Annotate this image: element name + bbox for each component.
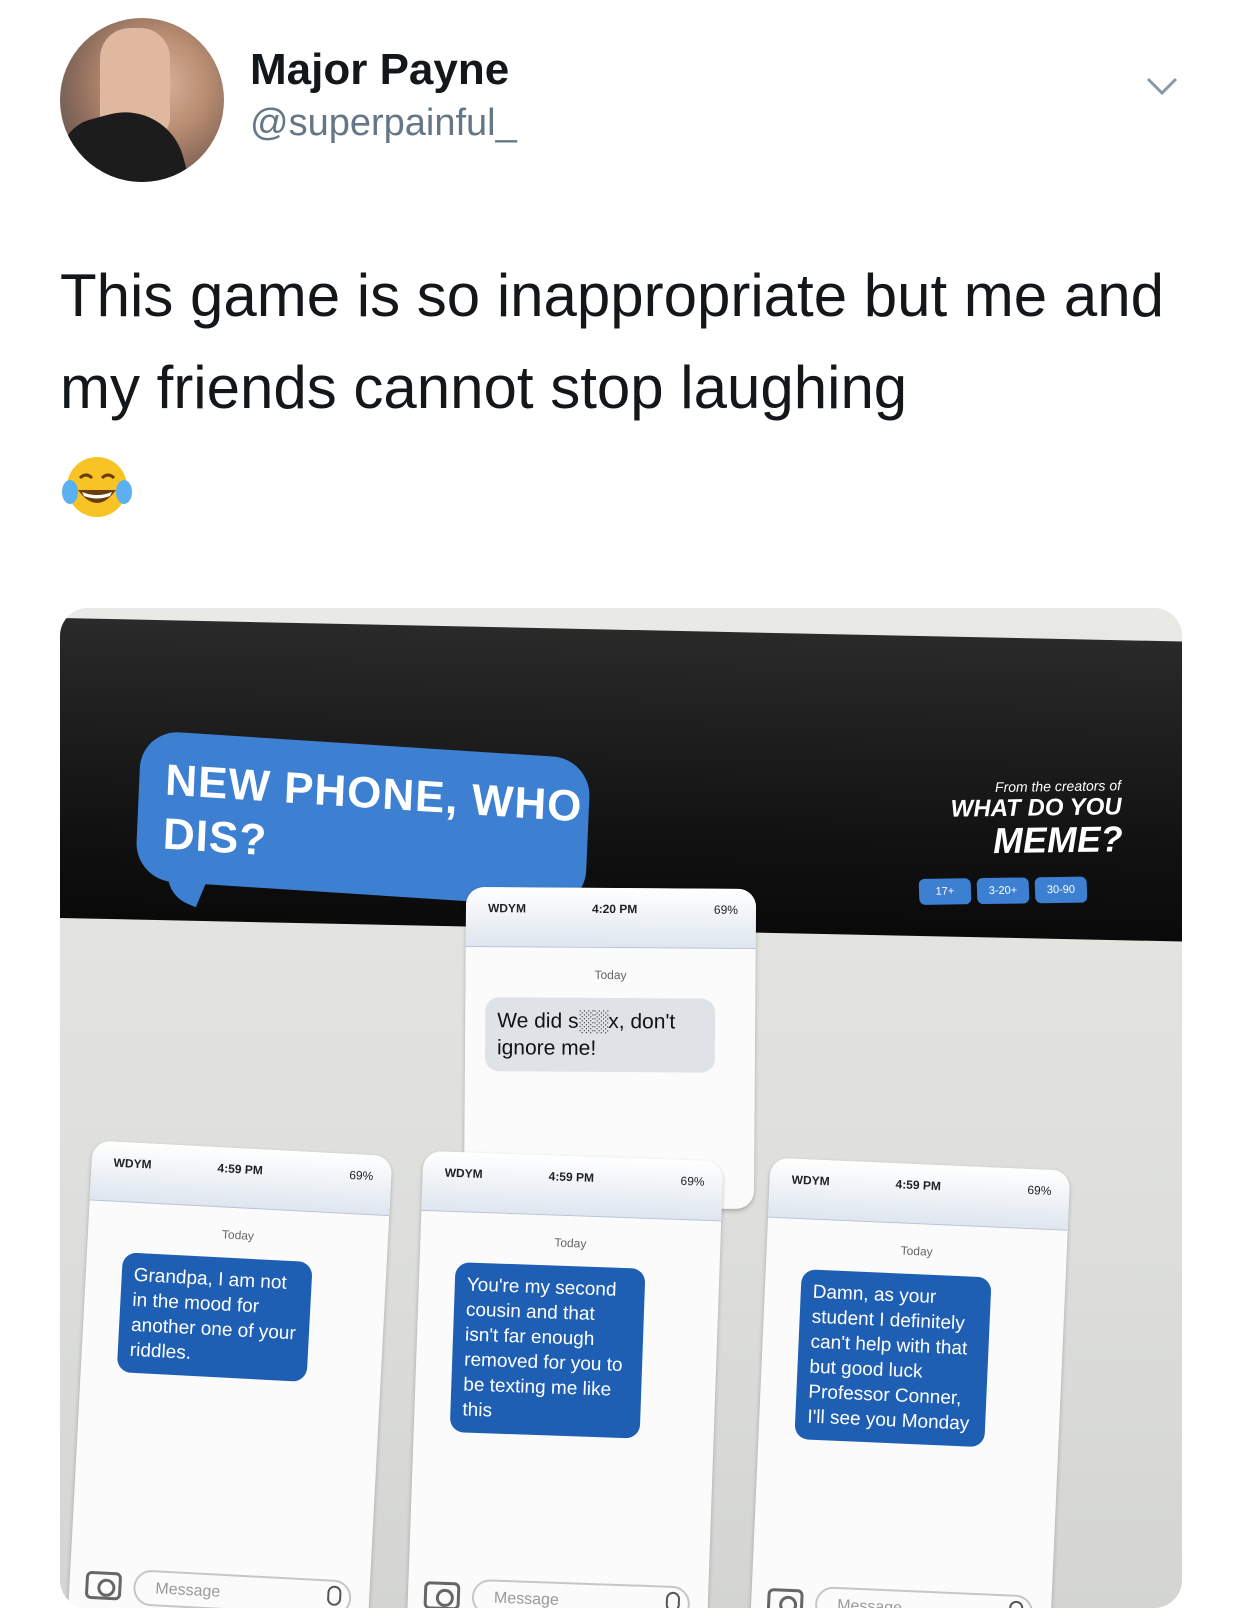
avatar[interactable] <box>60 18 224 182</box>
card-composer: Message <box>423 1575 692 1608</box>
time-label: 4:59 PM <box>217 1161 264 1178</box>
carrier-label: WDYM <box>444 1165 483 1181</box>
time-label: 4:59 PM <box>895 1177 942 1194</box>
battery-label: 69% <box>1027 1182 1052 1198</box>
mic-icon <box>326 1585 342 1607</box>
mic-icon <box>665 1591 681 1608</box>
answer-card-2: WDYM 4:59 PM 69% Today You're my second … <box>406 1150 724 1608</box>
carrier-label: WDYM <box>487 901 527 916</box>
user-handle[interactable]: @superpainful_ <box>250 100 517 146</box>
tweet-header: Major Payne @superpainful_ <box>60 18 1190 188</box>
display-name[interactable]: Major Payne <box>250 44 517 96</box>
box-info-icons: 17+ 3-20+ 30-90 <box>918 876 1088 905</box>
camera-icon <box>84 1570 123 1601</box>
answer-card-3: WDYM 4:59 PM 69% Today Damn, as your stu… <box>749 1157 1071 1608</box>
message-bubble: Grandpa, I am not in the mood for anothe… <box>116 1252 313 1382</box>
time-label: 4:20 PM <box>591 901 638 917</box>
message-bubble: You're my second cousin and that isn't f… <box>449 1262 646 1439</box>
time-icon: 30-90 <box>1034 876 1088 904</box>
box-brand: From the creators of WHAT DO YOU MEME? <box>950 777 1124 862</box>
answer-card-1: WDYM 4:59 PM 69% Today Grandpa, I am not… <box>67 1140 393 1608</box>
carrier-label: WDYM <box>791 1172 830 1189</box>
tweet-text: This game is so inappropriate but me and… <box>60 262 1164 421</box>
box-title-bubble: NEW PHONE, WHO DIS? <box>134 729 592 909</box>
battery-label: 69% <box>713 902 739 917</box>
box-title: NEW PHONE, WHO DIS? <box>161 755 584 866</box>
battery-label: 69% <box>680 1173 705 1189</box>
tweet-photo[interactable]: NEW PHONE, WHO DIS? From the creators of… <box>60 608 1182 1608</box>
user-info[interactable]: Major Payne @superpainful_ <box>250 44 517 146</box>
chevron-down-icon[interactable] <box>1144 68 1180 104</box>
battery-label: 69% <box>348 1167 374 1184</box>
today-label: Today <box>900 1243 933 1259</box>
time-label: 4:59 PM <box>548 1169 595 1185</box>
card-composer: Message <box>766 1582 1035 1608</box>
card-status-bar: WDYM 4:59 PM 69% <box>421 1150 724 1222</box>
card-status-bar: WDYM 4:20 PM 69% <box>465 886 757 950</box>
card-composer: Message <box>84 1565 354 1608</box>
today-label: Today <box>554 1235 587 1251</box>
message-bubble: We did s░░x, don't ignore me! <box>484 997 716 1073</box>
carrier-label: WDYM <box>113 1155 152 1172</box>
card-status-bar: WDYM 4:59 PM 69% <box>767 1157 1071 1231</box>
message-field: Message <box>471 1578 691 1608</box>
players-icon: 3-20+ <box>976 877 1030 905</box>
camera-icon <box>423 1581 461 1608</box>
message-field: Message <box>132 1569 353 1608</box>
message-field: Message <box>814 1586 1034 1608</box>
today-label: Today <box>594 967 627 983</box>
message-bubble: Damn, as your student I definitely can't… <box>794 1269 992 1448</box>
laughing-tears-emoji-icon <box>62 457 132 517</box>
box-brand-line2: MEME? <box>992 818 1124 862</box>
camera-icon <box>766 1587 804 1608</box>
age-icon: 17+ <box>918 878 972 905</box>
today-label: Today <box>221 1227 255 1244</box>
